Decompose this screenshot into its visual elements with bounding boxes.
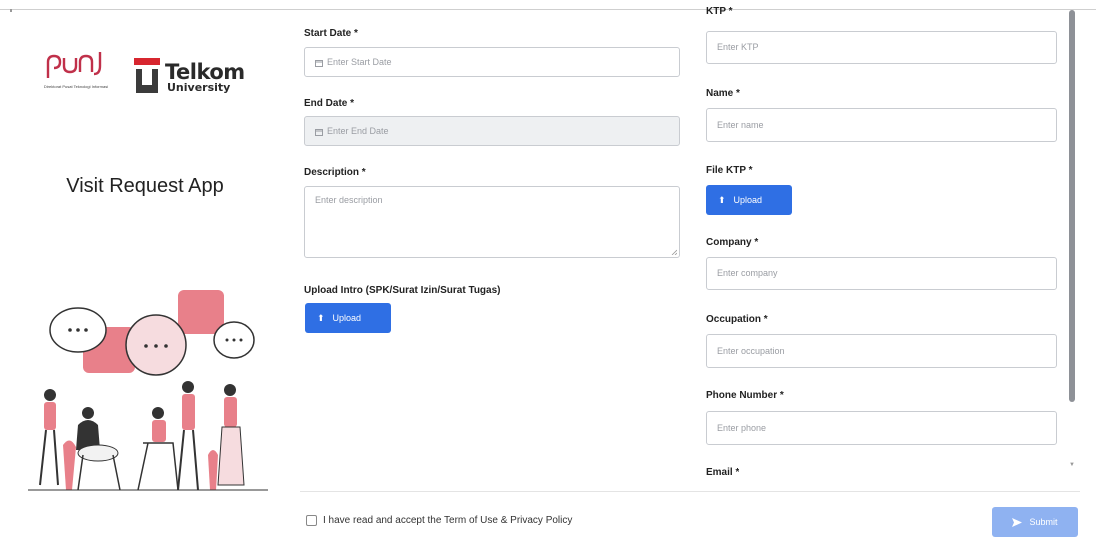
upload-arrow-icon: ⬆ [317, 312, 325, 323]
branding-panel: Direktorat Pusat Teknologi Informasi Tel… [0, 0, 290, 552]
submit-button[interactable]: Submit [992, 507, 1078, 537]
occupation-input[interactable]: Enter occupation [706, 334, 1057, 368]
description-textarea[interactable]: Enter description [304, 186, 680, 258]
consent-checkbox[interactable] [306, 515, 317, 526]
email-label: Email * [706, 467, 740, 478]
start-date-placeholder: Enter Start Date [327, 57, 392, 67]
calendar-icon [315, 128, 323, 136]
end-date-input[interactable]: Enter End Date [304, 116, 680, 146]
file-ktp-upload-button-label: Upload [733, 195, 763, 205]
intro-upload-button-label: Upload [332, 313, 362, 323]
description-placeholder: Enter description [315, 195, 383, 205]
company-label: Company * [706, 237, 759, 248]
consent-text: I have read and accept the Term of Use &… [323, 515, 573, 526]
telkom-university-logo: Telkom University [133, 56, 253, 100]
form-scrollbar[interactable]: ▼ [1067, 0, 1077, 482]
send-icon [1012, 517, 1023, 527]
puni-logo-caption: Direktorat Pusat Teknologi Informasi [43, 84, 109, 89]
people-chatting-illustration [28, 290, 268, 491]
upload-arrow-icon: ⬆ [718, 194, 726, 205]
phone-placeholder: Enter phone [717, 423, 767, 433]
telkom-logo-mark [134, 58, 160, 93]
puni-logo: Direktorat Pusat Teknologi Informasi [40, 50, 112, 120]
file-ktp-label: File KTP * [706, 165, 753, 176]
intro-upload-button[interactable]: ⬆ Upload [305, 303, 391, 333]
name-input[interactable]: Enter name [706, 108, 1057, 142]
name-placeholder: Enter name [717, 120, 764, 130]
telkom-logo-subtitle: University [167, 81, 231, 94]
name-label: Name * [706, 88, 740, 99]
ktp-placeholder: Enter KTP [717, 42, 759, 52]
consent-row[interactable]: I have read and accept the Term of Use &… [306, 515, 572, 526]
phone-label: Phone Number * [706, 390, 784, 401]
puni-logo-mark [46, 52, 102, 78]
phone-input[interactable]: Enter phone [706, 411, 1057, 445]
scrollbar-thumb[interactable] [1069, 10, 1075, 402]
scroll-down-arrow-icon[interactable]: ▼ [1069, 462, 1075, 468]
end-date-label: End Date * [304, 98, 355, 109]
start-date-label: Start Date * [304, 28, 358, 39]
ktp-label: KTP * [706, 6, 733, 17]
resize-grip-icon[interactable] [671, 249, 677, 255]
occupation-placeholder: Enter occupation [717, 346, 785, 356]
ktp-input[interactable]: Enter KTP [706, 31, 1057, 64]
intro-upload-label: Upload Intro (SPK/Surat Izin/Surat Tugas… [304, 285, 501, 296]
calendar-icon [315, 59, 323, 67]
submit-button-label: Submit [1029, 517, 1058, 527]
occupation-label: Occupation * [706, 314, 768, 325]
start-date-input[interactable]: Enter Start Date [304, 47, 680, 77]
company-placeholder: Enter company [717, 268, 778, 278]
file-ktp-upload-button[interactable]: ⬆ Upload [706, 185, 792, 215]
app-title: Visit Request App [66, 175, 224, 197]
end-date-placeholder: Enter End Date [327, 126, 389, 136]
footer-divider [300, 491, 1080, 492]
company-input[interactable]: Enter company [706, 257, 1057, 290]
description-label: Description * [304, 167, 366, 178]
